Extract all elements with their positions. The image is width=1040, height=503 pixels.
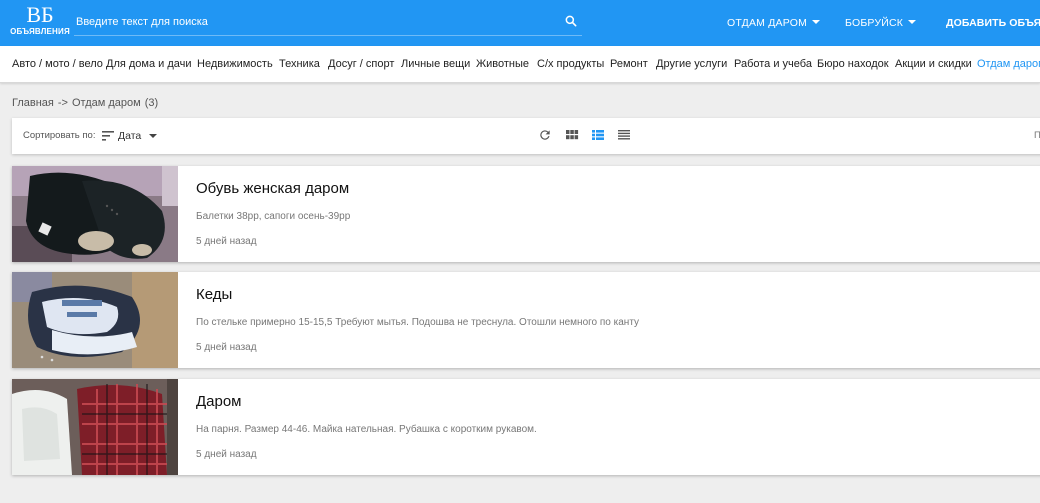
listing-description: Балетки 38рр, сапоги осень-39рр <box>196 211 351 222</box>
listing-time: 5 дней назад <box>196 342 257 353</box>
listing-time: 5 дней назад <box>196 449 257 460</box>
listing-card[interactable]: Кеды По стельке примерно 15-15,5 Требуют… <box>12 272 1040 368</box>
breadcrumb: Главная -> Отдам даром (3) <box>12 97 162 109</box>
toolbar-right-label[interactable]: П <box>1034 130 1040 141</box>
nav-item-home-garden[interactable]: Для дома и дачи <box>106 58 192 70</box>
nav-item-realty[interactable]: Недвижимость <box>197 58 273 70</box>
listing-title[interactable]: Обувь женская даром <box>196 180 349 197</box>
city-dropdown-label: БОБРУЙСК <box>845 17 904 29</box>
chevron-down-icon <box>908 20 917 25</box>
shoes-photo <box>12 166 178 262</box>
nav-item-free-stuff[interactable]: Отдам даром <box>977 58 1040 70</box>
list-view-icon[interactable] <box>591 128 605 142</box>
sneakers-photo <box>12 272 178 368</box>
listing-title[interactable]: Кеды <box>196 286 232 303</box>
nav-item-tech[interactable]: Техника <box>279 58 320 70</box>
listing-card[interactable]: Обувь женская даром Балетки 38рр, сапоги… <box>12 166 1040 262</box>
listing-photo[interactable] <box>12 166 178 262</box>
nav-item-jobs[interactable]: Работа и учеба <box>734 58 812 70</box>
category-dropdown-label: ОТДАМ ДАРОМ <box>727 17 808 29</box>
sort-select[interactable]: Дата <box>118 130 141 142</box>
nav-item-lost-found[interactable]: Бюро находок <box>817 58 889 70</box>
nav-item-auto[interactable]: Авто / мото / вело <box>12 58 103 70</box>
logo-subtitle: ОБЪЯВЛЕНИЯ <box>10 27 70 36</box>
listing-card[interactable]: Даром На парня. Размер 44-46. Майка нате… <box>12 379 1040 475</box>
listing-time: 5 дней назад <box>196 236 257 247</box>
nav-item-leisure[interactable]: Досуг / спорт <box>328 58 394 70</box>
breadcrumb-home[interactable]: Главная <box>12 97 54 109</box>
logo-mark: ВБ <box>26 2 54 27</box>
listing-description: По стельке примерно 15-15,5 Требуют мыть… <box>196 317 640 328</box>
sort-label: Сортировать по: <box>23 130 96 141</box>
site-logo[interactable]: ВБ ОБЪЯВЛЕНИЯ <box>8 4 72 37</box>
nav-item-promos[interactable]: Акции и скидки <box>895 58 972 70</box>
listing-toolbar: Сортировать по: Дата П <box>12 118 1040 154</box>
search-input[interactable] <box>74 10 544 34</box>
listing-title[interactable]: Даром <box>196 393 242 410</box>
add-listing-button[interactable]: ДОБАВИТЬ ОБЪЯВЛ <box>946 17 1040 29</box>
breadcrumb-separator: -> <box>57 97 68 109</box>
compact-list-icon[interactable] <box>617 128 631 142</box>
listing-count: (3) <box>144 97 159 109</box>
search-icon[interactable] <box>564 14 578 28</box>
chevron-down-icon[interactable] <box>149 134 157 138</box>
listing-description: На парня. Размер 44-46. Майка нательная.… <box>196 424 537 435</box>
top-app-bar: ВБ ОБЪЯВЛЕНИЯ ОТДАМ ДАРОМ БОБРУЙСК ДОБАВ… <box>0 0 1040 46</box>
nav-item-personal[interactable]: Личные вещи <box>401 58 470 70</box>
chevron-down-icon <box>812 20 821 25</box>
listing-photo[interactable] <box>12 272 178 368</box>
grid-view-icon[interactable] <box>565 128 579 142</box>
refresh-icon[interactable] <box>538 128 552 142</box>
category-dropdown[interactable]: ОТДАМ ДАРОМ <box>727 17 821 29</box>
city-dropdown[interactable]: БОБРУЙСК <box>845 17 917 29</box>
clothes-photo <box>12 379 178 475</box>
nav-item-repair[interactable]: Ремонт <box>610 58 648 70</box>
nav-item-services[interactable]: Другие услуги <box>656 58 727 70</box>
nav-item-farm[interactable]: С/х продукты <box>537 58 604 70</box>
sort-icon[interactable] <box>102 131 114 141</box>
listing-photo[interactable] <box>12 379 178 475</box>
search-bar <box>74 10 582 36</box>
nav-item-animals[interactable]: Животные <box>476 58 529 70</box>
category-nav: Авто / мото / вело Для дома и дачи Недви… <box>0 46 1040 83</box>
breadcrumb-current: Отдам даром <box>71 97 141 109</box>
